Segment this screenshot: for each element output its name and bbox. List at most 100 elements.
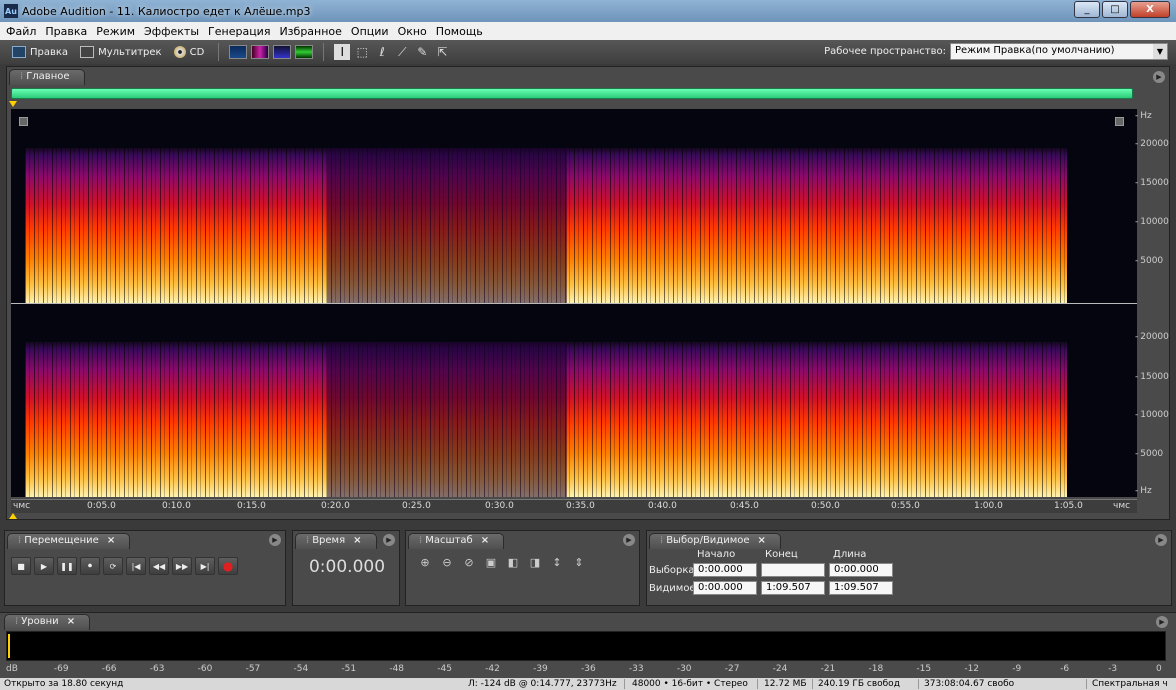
chevron-down-icon: ▼: [1153, 44, 1167, 59]
spectral-phase-view-icon[interactable]: [295, 45, 314, 59]
freq-tick: 10000: [1135, 410, 1169, 420]
level-scale-tick: -45: [437, 664, 452, 674]
level-scale-tick: -3: [1108, 664, 1118, 674]
close-icon[interactable]: ×: [67, 616, 75, 627]
panel-menu-icon[interactable]: ▶: [623, 534, 635, 546]
status-cursor-readout: Л: -124 dB @ 0:14.777, 23773Hz: [468, 679, 617, 689]
waveform-view-icon[interactable]: [229, 45, 248, 59]
zoom-to-selection-icon[interactable]: ▣: [484, 555, 498, 569]
pause-button[interactable]: ❚❚: [57, 557, 77, 575]
menu-options[interactable]: Опции: [351, 25, 389, 38]
level-scale-tick: -57: [245, 664, 261, 674]
channel-left[interactable]: [11, 109, 1137, 303]
corner-handle-icon[interactable]: [19, 117, 28, 126]
panel-menu-icon[interactable]: ▶: [1156, 616, 1168, 628]
record-button[interactable]: ●: [218, 557, 238, 575]
loop-button[interactable]: ⟳: [103, 557, 123, 575]
rewind-button[interactable]: ◀◀: [149, 557, 169, 575]
time-tick: 1:05.0: [1054, 501, 1083, 511]
menu-generate[interactable]: Генерация: [208, 25, 270, 38]
col-start-header: Начало: [697, 549, 736, 560]
panel-menu-icon[interactable]: ▶: [269, 534, 281, 546]
tab-selection-view[interactable]: ⁞ Выбор/Видимое ×: [649, 533, 781, 549]
playhead-marker-icon[interactable]: [9, 101, 17, 107]
cd-view-button[interactable]: CD: [170, 46, 209, 58]
brush-tool-icon[interactable]: ⟋: [394, 44, 410, 60]
menu-favorites[interactable]: Избранное: [279, 25, 341, 38]
playhead-bottom-icon[interactable]: [9, 513, 17, 519]
freq-tick: 5000: [1135, 449, 1163, 459]
visible-start-field[interactable]: 0:00.000: [693, 581, 757, 595]
overview-bar[interactable]: [11, 88, 1133, 99]
time-tick: 0:25.0: [402, 501, 431, 511]
panel-menu-icon[interactable]: ▶: [1153, 71, 1165, 83]
status-view-mode: Спектральная ч: [1092, 679, 1168, 689]
visible-length-field[interactable]: 1:09.507: [829, 581, 893, 595]
close-button[interactable]: X: [1130, 1, 1170, 18]
level-scale-tick: -39: [533, 664, 548, 674]
panel-menu-icon[interactable]: ▶: [383, 534, 395, 546]
level-scale-tick: -6: [1060, 664, 1070, 674]
close-icon[interactable]: ×: [107, 535, 115, 546]
close-icon[interactable]: ×: [481, 535, 489, 546]
tab-zoom[interactable]: ⁞ Масштаб ×: [408, 533, 505, 549]
zoom-out-full-icon[interactable]: ⊘: [462, 555, 476, 569]
multitrack-view-button[interactable]: Мультитрек: [76, 46, 166, 58]
edit-view-button[interactable]: Правка: [8, 46, 72, 58]
spectral-view-icon[interactable]: [251, 45, 270, 59]
grip-icon: ⁞: [15, 616, 19, 627]
freq-tick: 20000: [1135, 139, 1169, 149]
close-icon[interactable]: ×: [353, 535, 361, 546]
panel-menu-icon[interactable]: ▶: [1155, 534, 1167, 546]
timeline-ruler[interactable]: чмс 0:05.0 0:10.0 0:15.0 0:20.0 0:25.0 0…: [11, 499, 1137, 513]
window-title: Adobe Audition - 11. Калиостро едет к Ал…: [22, 4, 311, 18]
multitrack-icon: [80, 46, 95, 58]
maximize-button[interactable]: □: [1102, 1, 1128, 18]
menu-file[interactable]: Файл: [6, 25, 36, 38]
close-icon[interactable]: ×: [758, 535, 766, 546]
tab-levels[interactable]: ⁞ Уровни ×: [4, 614, 91, 630]
status-format: 48000 • 16-бит • Стерео: [632, 679, 748, 689]
menu-help[interactable]: Помощь: [436, 25, 483, 38]
spectral-pan-view-icon[interactable]: [273, 45, 292, 59]
tab-transport[interactable]: ⁞ Перемещение ×: [7, 533, 131, 549]
menu-effects[interactable]: Эффекты: [144, 25, 199, 38]
zoom-left-edge-icon[interactable]: ◧: [506, 555, 520, 569]
workspace-select[interactable]: Режим Правка(по умолчанию) ▼: [950, 43, 1168, 60]
zoom-out-horizontal-icon[interactable]: ⊖: [440, 555, 454, 569]
marquee-tool-icon[interactable]: ⬚: [354, 44, 370, 60]
level-scale-tick: -33: [628, 664, 644, 674]
menu-mode[interactable]: Режим: [96, 25, 135, 38]
go-to-start-button[interactable]: |◀: [126, 557, 146, 575]
play-to-end-button[interactable]: ⏺: [80, 557, 100, 575]
scrub-tool-icon[interactable]: ⇱: [434, 44, 450, 60]
menu-window[interactable]: Окно: [398, 25, 427, 38]
spectral-display[interactable]: [11, 109, 1137, 497]
tab-main[interactable]: ⁞ Главное: [9, 69, 85, 85]
fast-forward-button[interactable]: ▶▶: [172, 557, 192, 575]
meter-peak-indicator: [8, 634, 10, 658]
zoom-right-edge-icon[interactable]: ◨: [528, 555, 542, 569]
tab-time[interactable]: ⁞ Время ×: [295, 533, 377, 549]
level-scale-tick: -66: [101, 664, 117, 674]
go-to-end-button[interactable]: ▶|: [195, 557, 215, 575]
menu-edit[interactable]: Правка: [45, 25, 87, 38]
play-button[interactable]: ▶: [34, 557, 54, 575]
freq-tick: 15000: [1135, 372, 1169, 382]
zoom-in-horizontal-icon[interactable]: ⊕: [418, 555, 432, 569]
status-divider: [918, 679, 919, 689]
stop-button[interactable]: ■: [11, 557, 31, 575]
spot-healing-icon[interactable]: ✎: [414, 44, 430, 60]
minimize-button[interactable]: _: [1074, 1, 1100, 18]
selection-length-field[interactable]: 0:00.000: [829, 563, 893, 577]
corner-handle-icon[interactable]: [1115, 117, 1124, 126]
selection-start-field[interactable]: 0:00.000: [693, 563, 757, 577]
lasso-tool-icon[interactable]: ℓ: [374, 44, 390, 60]
zoom-in-vertical-icon[interactable]: ↕: [550, 555, 564, 569]
channel-right[interactable]: [11, 304, 1137, 497]
visible-end-field[interactable]: 1:09.507: [761, 581, 825, 595]
selection-end-field[interactable]: [761, 563, 825, 577]
zoom-out-vertical-icon[interactable]: ⇕: [572, 555, 586, 569]
transport-panel: ⁞ Перемещение × ▶ ■ ▶ ❚❚ ⏺ ⟳ |◀ ◀◀ ▶▶ ▶| ●: [4, 530, 286, 606]
time-selection-tool-icon[interactable]: I: [334, 44, 351, 60]
